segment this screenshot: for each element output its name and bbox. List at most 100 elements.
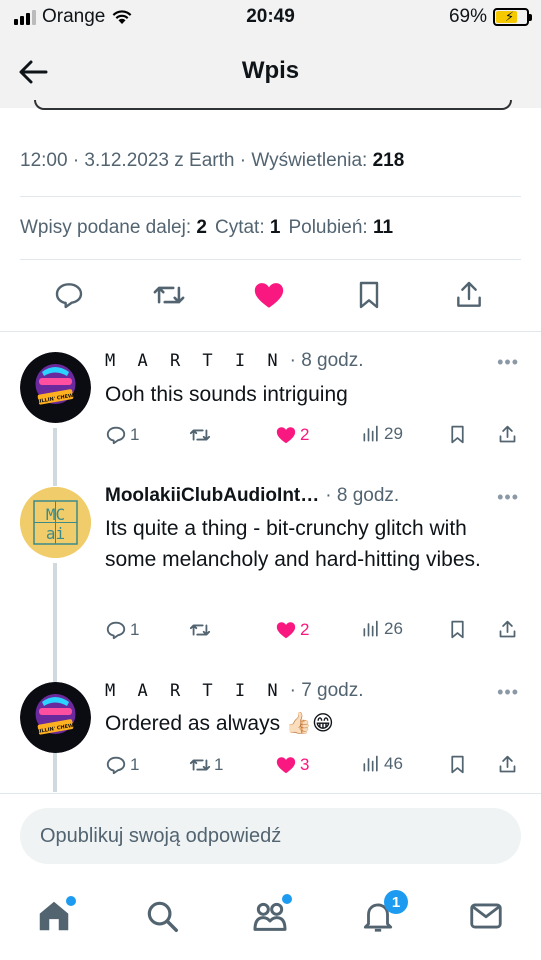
nav-home[interactable] bbox=[34, 896, 76, 936]
like-count-button[interactable]: 2 bbox=[275, 424, 309, 446]
top-bar: Wpis bbox=[0, 36, 541, 108]
avatar[interactable]: CHILLIN' CHEWIE bbox=[20, 352, 91, 423]
avatar[interactable]: MC ai bbox=[20, 487, 91, 558]
heart-filled-icon bbox=[254, 283, 284, 308]
bookmark-button[interactable] bbox=[447, 424, 468, 445]
divider bbox=[20, 259, 521, 260]
quotes-stat[interactable]: Cytat: 1 bbox=[215, 217, 288, 238]
avatar-image: MC ai bbox=[20, 487, 91, 558]
bottom-nav: 1 bbox=[0, 880, 541, 960]
retweets-stat[interactable]: Wpisy podane dalej: 2 bbox=[20, 217, 215, 238]
messages-icon bbox=[470, 903, 502, 929]
reply-composer[interactable] bbox=[20, 808, 521, 864]
like-count-button[interactable]: 3 bbox=[275, 754, 309, 776]
analytics-icon bbox=[363, 425, 378, 442]
share-button[interactable] bbox=[451, 277, 487, 313]
reply-button[interactable] bbox=[51, 277, 87, 313]
more-options-icon[interactable]: ••• bbox=[497, 487, 519, 508]
reply-text: Its quite a thing - bit-crunchy glitch w… bbox=[105, 517, 481, 571]
reply-header: MoolakiiClubAudioInt… · 8 godz. bbox=[105, 485, 399, 507]
reply-input[interactable] bbox=[20, 808, 521, 864]
nav-notifications[interactable]: 1 bbox=[358, 890, 408, 936]
reply-header: M A R T I N · 7 godz. bbox=[105, 680, 364, 702]
post-stats: Wpisy podane dalej: 2 Cytat: 1 Polubień: 1… bbox=[20, 217, 401, 239]
views-count-button[interactable]: 46 bbox=[361, 754, 403, 774]
reply-count-button[interactable]: 1 bbox=[105, 619, 139, 641]
reply-actions: 1 2 26 bbox=[105, 619, 525, 645]
post-timestamp[interactable]: 12:00 · 3.12.2023 z Earth · bbox=[20, 150, 251, 171]
more-options-icon[interactable]: ••• bbox=[497, 682, 519, 703]
reply-icon bbox=[106, 621, 126, 640]
heart-filled-icon bbox=[276, 757, 296, 774]
analytics-icon bbox=[363, 755, 378, 772]
nav-communities[interactable] bbox=[250, 894, 292, 936]
bookmark-button[interactable] bbox=[351, 277, 387, 313]
analytics-icon bbox=[363, 620, 378, 637]
reply-icon bbox=[106, 756, 126, 775]
reply-time[interactable]: · 8 godz. bbox=[290, 350, 364, 372]
more-options-icon[interactable]: ••• bbox=[497, 352, 519, 373]
communities-unread-dot bbox=[282, 894, 292, 904]
home-unread-dot bbox=[66, 896, 76, 906]
reply-time[interactable]: · 7 godz. bbox=[290, 680, 364, 702]
svg-text:MC: MC bbox=[46, 505, 65, 524]
retweet-count-button[interactable] bbox=[189, 619, 214, 641]
share-icon bbox=[499, 425, 516, 443]
bookmark-button[interactable] bbox=[447, 754, 468, 775]
share-button[interactable] bbox=[497, 754, 518, 775]
author-name[interactable]: M A R T I N bbox=[105, 351, 284, 371]
views-count: 218 bbox=[372, 150, 405, 171]
battery-group: 69% ⚡ bbox=[448, 6, 532, 28]
bookmark-icon bbox=[451, 755, 464, 774]
retweet-count-button[interactable]: 1 bbox=[189, 754, 223, 776]
post-actions bbox=[0, 277, 541, 317]
share-button[interactable] bbox=[497, 424, 518, 445]
nav-search[interactable] bbox=[142, 896, 182, 936]
nav-messages[interactable] bbox=[466, 896, 506, 936]
retweet-icon bbox=[189, 624, 211, 636]
share-icon bbox=[499, 755, 516, 773]
svg-text:ai: ai bbox=[46, 524, 65, 543]
share-button[interactable] bbox=[497, 619, 518, 640]
divider bbox=[0, 331, 541, 332]
bookmark-icon bbox=[451, 425, 464, 444]
embedded-card-edge[interactable] bbox=[34, 100, 512, 110]
avatar[interactable]: CHILLIN' CHEWIE bbox=[20, 682, 91, 753]
share-icon bbox=[499, 620, 516, 638]
share-icon bbox=[457, 281, 481, 307]
retweet-icon bbox=[189, 759, 211, 771]
post-meta: 12:00 · 3.12.2023 z Earth · Wyświetlenia… bbox=[20, 150, 404, 172]
reply-time[interactable]: · 8 godz. bbox=[325, 485, 399, 507]
avatar-image: CHILLIN' CHEWIE bbox=[20, 682, 91, 753]
reply-actions: 1 1 3 46 bbox=[105, 754, 525, 780]
reply-header: M A R T I N · 8 godz. bbox=[105, 350, 364, 372]
views-count-button[interactable]: 29 bbox=[361, 424, 403, 444]
reply-icon bbox=[55, 283, 83, 309]
like-count-button[interactable]: 2 bbox=[275, 619, 309, 641]
reply-count-button[interactable]: 1 bbox=[105, 424, 139, 446]
avatar-image: CHILLIN' CHEWIE bbox=[20, 352, 91, 423]
status-bar: Orange 20:49 69% ⚡ bbox=[0, 0, 541, 36]
reply-count-button[interactable]: 1 bbox=[105, 754, 139, 776]
retweet-button[interactable] bbox=[151, 277, 187, 313]
bookmark-icon bbox=[359, 281, 379, 309]
retweet-icon bbox=[189, 429, 211, 441]
charging-icon: ⚡ bbox=[505, 9, 515, 24]
like-button[interactable] bbox=[251, 277, 287, 313]
bookmark-button[interactable] bbox=[447, 619, 468, 640]
reply-text: Ordered as always 👍🏻😁 bbox=[105, 712, 334, 735]
heart-filled-icon bbox=[276, 427, 296, 444]
retweet-icon bbox=[153, 286, 185, 304]
heart-filled-icon bbox=[276, 622, 296, 639]
retweet-count-button[interactable] bbox=[189, 424, 214, 446]
battery-percent: 69% bbox=[448, 6, 487, 27]
likes-stat[interactable]: Polubień: 11 bbox=[288, 217, 401, 238]
author-name[interactable]: MoolakiiClubAudioInt… bbox=[105, 485, 319, 507]
divider bbox=[0, 793, 541, 794]
search-icon bbox=[147, 901, 178, 932]
views-count-button[interactable]: 26 bbox=[361, 619, 403, 639]
reply-icon bbox=[106, 426, 126, 445]
thread-line bbox=[53, 428, 57, 486]
author-name[interactable]: M A R T I N bbox=[105, 681, 284, 701]
battery-icon: ⚡ bbox=[493, 8, 532, 26]
